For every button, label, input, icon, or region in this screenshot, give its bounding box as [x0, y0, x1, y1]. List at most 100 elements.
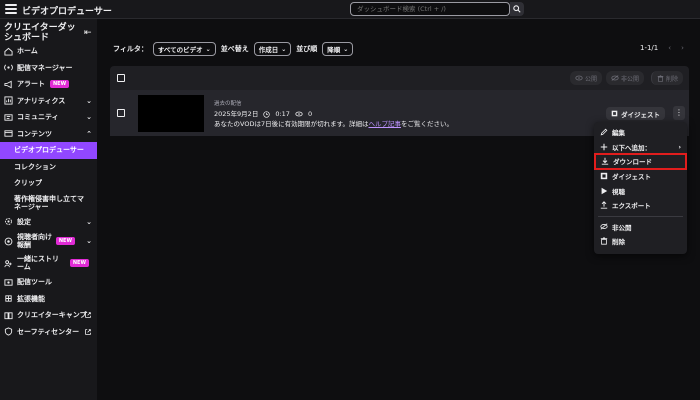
- sidebar-item-clips[interactable]: クリップ: [0, 175, 97, 192]
- new-badge: NEW: [55, 237, 75, 245]
- digest-label: ダイジェスト: [621, 110, 660, 119]
- unpublish-label: 非公開: [620, 75, 639, 83]
- menu-item-label: 削除: [612, 238, 625, 247]
- trash-icon: [657, 74, 664, 82]
- sidebar-item-stream-manager[interactable]: 配信マネージャー: [0, 60, 97, 77]
- plus-icon: [600, 143, 608, 151]
- digest-button[interactable]: ダイジェスト: [606, 107, 665, 120]
- book-icon: [4, 312, 13, 319]
- chevron-down-icon: ⌄: [281, 45, 287, 53]
- filter-dropdown[interactable]: すべてのビデオ ⌄: [152, 42, 216, 56]
- sidebar-item-collections[interactable]: コレクション: [0, 159, 97, 176]
- digest-icon: [611, 110, 618, 117]
- home-icon: [4, 47, 13, 56]
- order-dropdown[interactable]: 降順 ⌄: [322, 42, 354, 56]
- sidebar-item-settings[interactable]: 設定 ⌄: [0, 214, 97, 231]
- search-button[interactable]: [510, 2, 524, 16]
- sidebar-item-viewer-rewards[interactable]: 視聴者向け報酬 NEW ⌄: [0, 230, 97, 252]
- top-bar: ビデオプロデューサー: [0, 0, 700, 19]
- sidebar-item-safety-center[interactable]: セーフティセンター: [0, 324, 97, 341]
- menu-item-label: 視聴: [612, 187, 625, 196]
- video-thumbnail[interactable]: [138, 95, 204, 132]
- upload-icon: [600, 201, 608, 209]
- menu-item-edit[interactable]: 編集: [594, 125, 687, 140]
- megaphone-icon: [4, 80, 12, 89]
- sidebar-item-broadcast-tools[interactable]: 配信ツール: [0, 274, 97, 291]
- expiry-suffix: をご覧ください。: [400, 120, 453, 128]
- sidebar-item-label: クリップ: [14, 179, 42, 188]
- sidebar-item-content[interactable]: コンテンツ ⌃: [0, 126, 97, 143]
- sidebar-item-label: セーフティセンター: [17, 327, 80, 336]
- sidebar-item-home[interactable]: ホーム: [0, 43, 97, 60]
- sidebar-item-label: 設定: [17, 217, 31, 226]
- sidebar-item-label: アナリティクス: [17, 96, 66, 105]
- hamburger-menu-icon[interactable]: [5, 4, 17, 15]
- row-checkbox[interactable]: [117, 109, 125, 117]
- shield-icon: [4, 327, 13, 336]
- more-options-button[interactable]: ⋮: [673, 106, 685, 120]
- menu-item-label: 非公開: [612, 223, 632, 232]
- sort-label: 並べ替え: [220, 45, 249, 53]
- sidebar-item-creator-camp[interactable]: クリエイターキャンプ: [0, 307, 97, 324]
- menu-item-unpublish[interactable]: 非公開: [594, 220, 687, 235]
- menu-divider: [598, 215, 683, 217]
- sidebar: クリエイターダッシュボード ⇤ ホーム 配信マネージャー アラート NEW アナ…: [0, 19, 97, 400]
- sidebar-item-extensions[interactable]: 拡張機能: [0, 291, 97, 308]
- sidebar-item-label: コレクション: [14, 162, 56, 171]
- rewards-icon: [4, 237, 13, 245]
- download-icon: [601, 158, 609, 166]
- search-input[interactable]: [350, 2, 510, 16]
- eye-off-icon: [611, 75, 619, 81]
- video-expiry-note: あなたのVODは7日後に有効期限が切れます。詳細はヘルプ記事をご覧ください。: [214, 119, 453, 129]
- menu-item-download[interactable]: ダウンロード: [594, 153, 687, 170]
- chevron-down-icon: ⌄: [86, 237, 92, 245]
- sidebar-item-label: 配信マネージャー: [17, 63, 73, 72]
- menu-item-delete[interactable]: 削除: [594, 234, 687, 249]
- publish-button[interactable]: 公開: [569, 71, 602, 85]
- chevron-down-icon: ⌄: [86, 217, 92, 226]
- collapse-sidebar-icon[interactable]: ⇤: [84, 28, 92, 38]
- sidebar-item-label: コミュニティ: [17, 113, 59, 122]
- tools-icon: [4, 279, 13, 286]
- gear-icon: [5, 218, 12, 226]
- order-value: 降順: [327, 46, 341, 54]
- bulk-actions: 公開 非公開 削除: [569, 71, 683, 85]
- sidebar-item-label: 拡張機能: [17, 294, 45, 303]
- sidebar-item-copyright-claims[interactable]: 著作権侵害申し立てマネージャー: [0, 192, 97, 214]
- sidebar-item-analytics[interactable]: アナリティクス ⌄: [0, 93, 97, 110]
- trash-icon: [600, 237, 608, 246]
- sidebar-item-video-producer[interactable]: ビデオプロデューサー: [0, 142, 97, 159]
- sidebar-item-alerts[interactable]: アラート NEW: [0, 76, 97, 93]
- sidebar-item-label: 著作権侵害申し立てマネージャー: [14, 194, 84, 211]
- menu-item-digest[interactable]: ダイジェスト: [594, 169, 687, 184]
- menu-item-export[interactable]: エクスポート: [594, 198, 687, 213]
- search-icon: [513, 5, 521, 13]
- prev-page-button[interactable]: ‹: [668, 44, 671, 52]
- filter-label: フィルタ：: [113, 45, 148, 53]
- new-badge: NEW: [50, 80, 70, 89]
- sidebar-item-label: ビデオプロデューサー: [14, 146, 84, 155]
- select-all-checkbox[interactable]: [117, 74, 125, 82]
- sidebar-item-label: アラート: [17, 80, 45, 89]
- next-page-button[interactable]: ›: [681, 44, 684, 52]
- menu-item-watch[interactable]: 視聴: [594, 183, 687, 198]
- unpublish-button[interactable]: 非公開: [605, 71, 644, 85]
- sort-value: 作成日: [258, 46, 279, 54]
- menu-item-label: 編集: [612, 129, 625, 138]
- menu-item-add-to[interactable]: 以下へ追加： ›: [594, 140, 687, 155]
- people-icon: [4, 259, 12, 267]
- content-icon: [4, 130, 13, 137]
- help-article-link[interactable]: ヘルプ記事: [368, 120, 401, 128]
- community-icon: [4, 114, 13, 121]
- sidebar-title: クリエイターダッシュボード: [4, 23, 76, 43]
- sidebar-item-label: コンテンツ: [17, 129, 52, 138]
- sidebar-item-community[interactable]: コミュニティ ⌄: [0, 109, 97, 126]
- sidebar-nav: ホーム 配信マネージャー アラート NEW アナリティクス ⌄ コミュニティ ⌄…: [0, 43, 97, 340]
- menu-item-label: ダウンロード: [613, 158, 652, 167]
- delete-button[interactable]: 削除: [650, 71, 683, 85]
- video-options-menu: 編集 以下へ追加： › ダウンロード ダイジェスト 視聴 エクスポート 非公開 …: [594, 122, 687, 254]
- sort-dropdown[interactable]: 作成日 ⌄: [253, 42, 292, 56]
- sidebar-item-stream-together[interactable]: 一緒にストリーム NEW: [0, 252, 97, 274]
- filter-toolbar: フィルタ： すべてのビデオ ⌄ 並べ替え 作成日 ⌄ 並び順 降順 ⌄: [113, 42, 354, 56]
- sidebar-item-label: 一緒にストリーム: [17, 255, 59, 271]
